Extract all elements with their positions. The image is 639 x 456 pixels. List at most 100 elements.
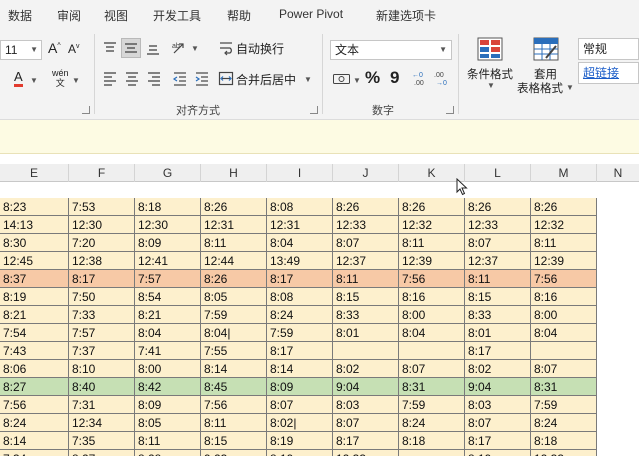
cell[interactable]: 7:53 [69, 198, 135, 216]
column-header[interactable]: E [0, 164, 69, 182]
cell[interactable]: 8:37 [0, 270, 69, 288]
cell[interactable]: 8:11 [201, 414, 267, 432]
cell[interactable]: 8:30 [0, 234, 69, 252]
column-header[interactable]: H [201, 164, 267, 182]
alignment-group-launcher-icon[interactable] [310, 106, 318, 114]
cell[interactable]: 8:18 [531, 432, 597, 450]
tab-help[interactable]: 帮助 [227, 7, 251, 24]
cell[interactable]: 8:28 [135, 450, 201, 456]
cell[interactable]: 9:04 [465, 378, 531, 396]
cell[interactable]: 8:07 [399, 360, 465, 378]
phonetic-guide-icon[interactable]: wén 文 [52, 68, 69, 88]
cell[interactable]: 8:03 [465, 396, 531, 414]
cell[interactable]: 8:10 [69, 360, 135, 378]
cell[interactable] [399, 342, 465, 360]
column-header[interactable]: L [465, 164, 531, 182]
cell[interactable]: 12:38 [69, 252, 135, 270]
cell[interactable]: 8:18 [399, 432, 465, 450]
cell[interactable]: 8:17 [465, 342, 531, 360]
cell[interactable]: 8:02 [333, 360, 399, 378]
shrink-font-icon[interactable]: Av [68, 42, 80, 56]
cell[interactable]: 8:26 [333, 198, 399, 216]
table-format-icon[interactable] [532, 36, 560, 62]
cell[interactable]: 12:30 [69, 216, 135, 234]
cell[interactable]: 8:05 [201, 288, 267, 306]
cell[interactable]: 7:35 [69, 432, 135, 450]
font-color-icon[interactable]: A [14, 70, 23, 87]
column-header[interactable]: G [135, 164, 201, 182]
cell[interactable]: 12:33 [333, 450, 399, 456]
cell[interactable]: 8:11 [135, 432, 201, 450]
cell[interactable]: 8:14 [201, 360, 267, 378]
cell[interactable]: 8:24 [267, 306, 333, 324]
decrease-indent-icon[interactable] [172, 70, 188, 86]
cell[interactable]: 12:39 [399, 252, 465, 270]
cell[interactable]: 7:54 [0, 324, 69, 342]
cell[interactable]: 7:34 [0, 450, 69, 456]
cell[interactable]: 12:33 [333, 216, 399, 234]
cell[interactable]: 13:49 [267, 252, 333, 270]
cell[interactable]: 8:16 [399, 288, 465, 306]
cell[interactable]: 8:16 [531, 288, 597, 306]
cell[interactable]: 8:09 [135, 234, 201, 252]
cell[interactable] [333, 342, 399, 360]
increase-indent-icon[interactable] [194, 70, 210, 86]
comma-style-icon[interactable]: 9 [390, 68, 399, 88]
cell[interactable]: 7:55 [201, 342, 267, 360]
cell[interactable]: 8:19 [267, 450, 333, 456]
number-group-launcher-icon[interactable] [446, 106, 454, 114]
font-group-launcher-icon[interactable] [82, 106, 90, 114]
cell[interactable]: 8:19 [267, 432, 333, 450]
cell[interactable]: 7:59 [267, 324, 333, 342]
cell[interactable]: 7:33 [69, 306, 135, 324]
cell[interactable]: 12:33 [465, 216, 531, 234]
table-format-label-2[interactable]: 表格格式 [517, 80, 563, 96]
tab-new-tab[interactable]: 新建选项卡 [376, 7, 436, 24]
cell[interactable]: 7:56 [531, 270, 597, 288]
cell[interactable]: 8:17 [267, 270, 333, 288]
cell[interactable]: 12:34 [69, 414, 135, 432]
cell[interactable]: 12:32 [399, 216, 465, 234]
cell[interactable]: 14:13 [0, 216, 69, 234]
cell[interactable]: 8:24 [399, 414, 465, 432]
wrap-text-icon[interactable] [218, 40, 234, 56]
cell[interactable]: 8:33 [333, 306, 399, 324]
cell[interactable]: 8:45 [201, 378, 267, 396]
cell[interactable]: 8:21 [135, 306, 201, 324]
cell[interactable]: 7:56 [201, 396, 267, 414]
cell[interactable]: 8:17 [267, 342, 333, 360]
cell[interactable]: 8:05 [135, 414, 201, 432]
orientation-icon[interactable]: ab [171, 39, 189, 57]
cell[interactable]: 12:45 [0, 252, 69, 270]
cell[interactable]: 8:27 [69, 450, 135, 456]
number-format-box[interactable]: 文本 ▼ [330, 40, 452, 60]
cell[interactable]: 8:11 [531, 234, 597, 252]
cell[interactable]: 7:56 [399, 270, 465, 288]
conditional-format-icon[interactable] [476, 36, 504, 62]
cell[interactable]: 8:27 [0, 378, 69, 396]
cell[interactable]: 8:04 [531, 324, 597, 342]
align-bottom-icon[interactable] [145, 40, 161, 56]
cell[interactable]: 8:19 [465, 450, 531, 456]
cell[interactable]: 8:07 [531, 360, 597, 378]
cell[interactable]: 8:04| [201, 324, 267, 342]
cell[interactable]: 12:39 [531, 252, 597, 270]
cell[interactable]: 12:37 [333, 252, 399, 270]
column-header[interactable]: F [69, 164, 135, 182]
align-top-icon[interactable] [102, 40, 118, 56]
cell[interactable]: 7:57 [135, 270, 201, 288]
cell[interactable]: 8:23 [0, 198, 69, 216]
column-header[interactable]: N [597, 164, 639, 182]
cell[interactable]: 8:24 [0, 414, 69, 432]
cell[interactable]: 8:02 [465, 360, 531, 378]
cell[interactable]: 8:01 [333, 324, 399, 342]
cell[interactable]: 7:31 [69, 396, 135, 414]
merge-center-label[interactable]: 合并后居中 [236, 71, 296, 88]
cell[interactable]: 8:07 [333, 234, 399, 252]
cell[interactable]: 8:17 [465, 432, 531, 450]
merge-center-icon[interactable] [218, 70, 234, 86]
cell[interactable]: 8:01 [465, 324, 531, 342]
cell[interactable]: 8:09 [135, 396, 201, 414]
cell[interactable]: 8:24 [531, 414, 597, 432]
cell[interactable]: 8:04 [267, 234, 333, 252]
